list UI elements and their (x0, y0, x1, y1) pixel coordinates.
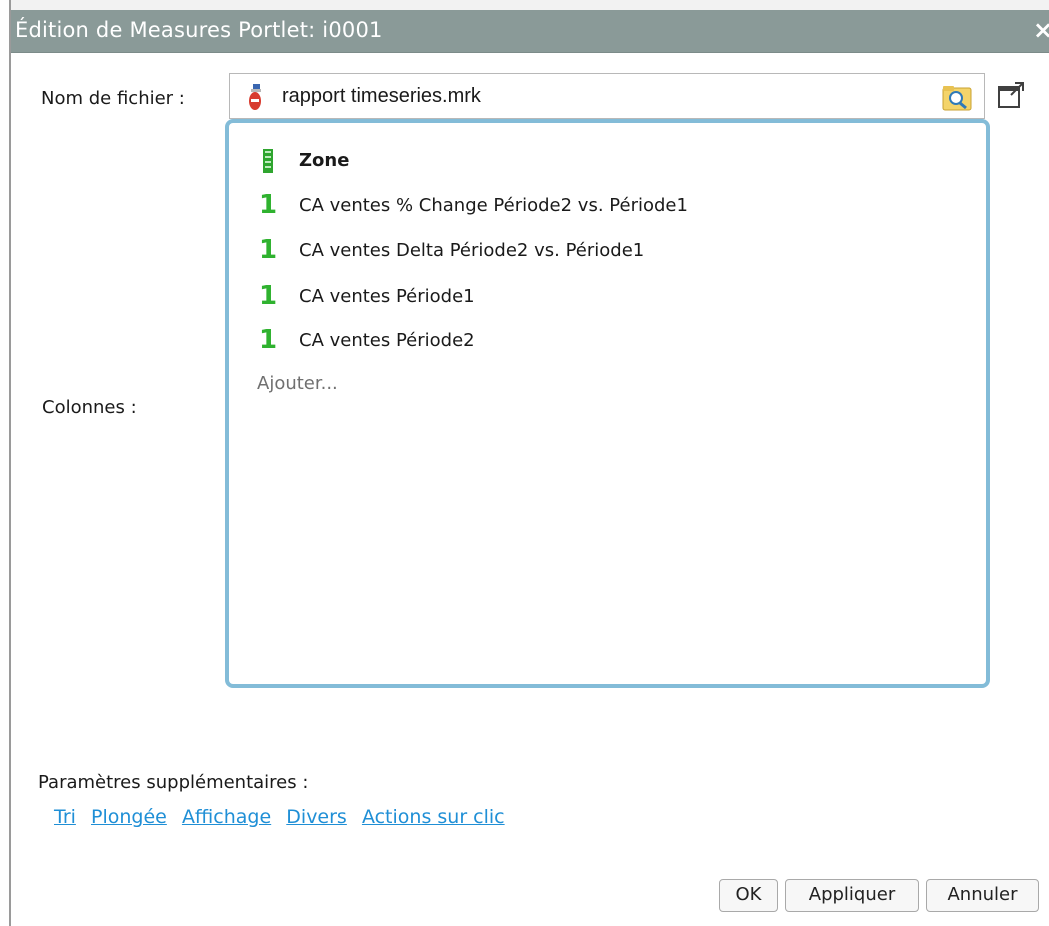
measure-icon: 1 (259, 190, 278, 220)
add-column-link[interactable]: Ajouter... (257, 373, 338, 394)
window-left-margin (0, 0, 9, 926)
column-item-label: CA ventes Période2 (299, 330, 475, 351)
link-actions-sur-clic[interactable]: Actions sur clic (362, 806, 505, 828)
link-affichage[interactable]: Affichage (182, 806, 271, 828)
file-name-value: rapport timeseries.mrk (282, 85, 481, 107)
columns-list[interactable]: Zone 1 CA ventes % Change Période2 vs. P… (225, 119, 990, 688)
ok-button[interactable]: OK (719, 879, 778, 912)
params-links: Tri Plongée Affichage Divers Actions sur… (54, 806, 515, 832)
window-top-edge (0, 0, 1049, 10)
measure-icon: 1 (259, 281, 278, 311)
params-label: Paramètres supplémentaires : (38, 772, 309, 793)
measure-icon: 1 (259, 325, 278, 355)
dialog-left-border (9, 0, 11, 926)
link-tri[interactable]: Tri (54, 806, 76, 828)
columns-label: Colonnes : (42, 397, 137, 418)
report-file-icon (249, 84, 261, 110)
apply-button[interactable]: Appliquer (785, 879, 919, 912)
zone-dimension-icon (263, 149, 273, 173)
measure-icon: 1 (259, 235, 278, 265)
open-external-icon[interactable] (996, 80, 1026, 110)
column-item-label: CA ventes % Change Période2 vs. Période1 (299, 195, 688, 216)
folder-search-icon[interactable] (942, 84, 972, 112)
close-icon[interactable]: × (1033, 16, 1049, 44)
file-name-field[interactable]: rapport timeseries.mrk (229, 73, 985, 119)
column-item-label: CA ventes Période1 (299, 286, 475, 307)
link-divers[interactable]: Divers (286, 806, 347, 828)
dialog-title: Édition de Measures Portlet: i0001 (15, 18, 383, 42)
link-plongee[interactable]: Plongée (91, 806, 167, 828)
cancel-button[interactable]: Annuler (926, 879, 1039, 912)
column-item-label: CA ventes Delta Période2 vs. Période1 (299, 240, 645, 261)
file-label: Nom de fichier : (41, 88, 185, 109)
dialog-titlebar[interactable]: Édition de Measures Portlet: i0001 × (11, 10, 1049, 53)
column-item-label: Zone (299, 150, 350, 171)
